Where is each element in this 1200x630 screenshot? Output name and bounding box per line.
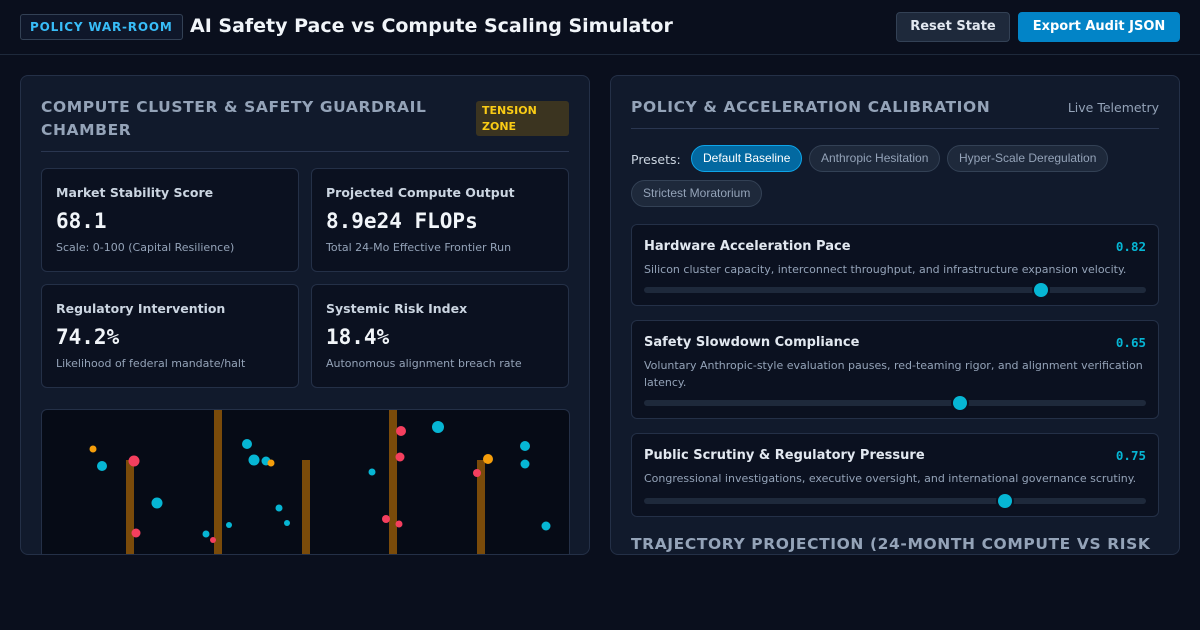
preset-default-baseline[interactable]: Default Baseline	[691, 145, 803, 172]
slider-value: 0.65	[1115, 335, 1146, 350]
risk-particle	[395, 452, 405, 462]
amber-particle	[89, 445, 97, 453]
regulatory-intervention-card: Regulatory Intervention 74.2% Likelihood…	[41, 284, 299, 388]
chamber-panel-title: COMPUTE CLUSTER & SAFETY GUARDRAIL CHAMB…	[41, 98, 427, 139]
risk-particle	[382, 515, 390, 523]
compute-particle	[432, 421, 444, 433]
compute-particle	[226, 522, 232, 528]
risk-particle	[396, 426, 406, 436]
public-scrutiny-card: Public Scrutiny & Regulatory Pressure 0.…	[631, 433, 1159, 517]
hardware-acceleration-slider[interactable]	[644, 283, 1146, 297]
particle-chamber-canvas[interactable]	[41, 409, 570, 554]
particle-chamber-svg	[89, 410, 551, 554]
slider-value: 0.75	[1115, 448, 1146, 463]
metric-subtitle: Total 24-Mo Effective Frontier Run	[326, 241, 512, 254]
war-room-badge: POLICY WAR-ROOM	[20, 14, 183, 40]
compute-particle	[368, 468, 376, 476]
compute-particle	[97, 461, 107, 471]
metric-subtitle: Autonomous alignment breach rate	[326, 357, 522, 370]
metric-label: Systemic Risk Index	[326, 301, 468, 316]
compute-particle	[275, 504, 283, 512]
safety-slowdown-card: Safety Slowdown Compliance 0.65 Voluntar…	[631, 320, 1159, 419]
compute-particle	[248, 454, 260, 466]
guardrail-pillar	[214, 410, 222, 554]
compute-particle	[541, 521, 551, 531]
guardrail-pillar	[389, 410, 397, 554]
slider-description: Silicon cluster capacity, interconnect t…	[644, 263, 1127, 276]
export-audit-json-button[interactable]: Export Audit JSON	[1018, 12, 1180, 42]
slider-description: Congressional investigations, executive …	[644, 472, 1137, 485]
preset-anthropic-hesitation[interactable]: Anthropic Hesitation	[809, 145, 941, 172]
compute-particle	[284, 520, 290, 526]
compute-particle	[242, 439, 252, 449]
metric-label: Projected Compute Output	[326, 185, 515, 200]
compute-particle	[520, 459, 530, 469]
slider-thumb[interactable]	[998, 494, 1013, 508]
safety-slowdown-slider[interactable]	[644, 396, 1146, 410]
risk-particle	[131, 528, 141, 538]
panel-divider	[631, 128, 1159, 129]
metric-subtitle: Scale: 0-100 (Capital Resilience)	[56, 241, 235, 254]
presets-label: Presets:	[631, 152, 681, 167]
metric-value: 8.9e24 FLOPs	[326, 209, 478, 233]
preset-strictest-moratorium[interactable]: Strictest Moratorium	[631, 180, 763, 207]
risk-particle	[128, 455, 140, 467]
risk-particle	[473, 469, 481, 477]
risk-particle	[210, 537, 216, 543]
compute-particle	[202, 530, 210, 538]
compute-particle	[520, 441, 530, 451]
metric-value: 18.4%	[326, 325, 390, 349]
reset-state-button[interactable]: Reset State	[896, 12, 1010, 42]
trajectory-projection-title: TRAJECTORY PROJECTION (24-MONTH COMPUTE …	[631, 535, 1151, 553]
preset-hyper-scale-deregulation[interactable]: Hyper-Scale Deregulation	[947, 145, 1109, 172]
slider-label: Public Scrutiny & Regulatory Pressure	[644, 448, 925, 463]
compute-output-card: Projected Compute Output 8.9e24 FLOPs To…	[311, 168, 569, 272]
metric-value: 74.2%	[56, 325, 120, 349]
hardware-acceleration-card: Hardware Acceleration Pace 0.82 Silicon …	[631, 224, 1159, 306]
amber-particle	[483, 454, 493, 464]
top-bar: POLICY WAR-ROOM AI Safety Pace vs Comput…	[0, 0, 1200, 55]
guardrail-pillar	[126, 460, 134, 554]
public-scrutiny-slider[interactable]	[644, 494, 1146, 508]
amber-particle	[267, 459, 275, 467]
compute-particle	[151, 497, 163, 509]
slider-description: Voluntary Anthropic-style evaluation pau…	[644, 359, 1143, 389]
metric-value: 68.1	[56, 209, 107, 233]
systemic-risk-card: Systemic Risk Index 18.4% Autonomous ali…	[311, 284, 569, 388]
risk-particle	[395, 520, 403, 528]
market-stability-card: Market Stability Score 68.1 Scale: 0-100…	[41, 168, 299, 272]
slider-value: 0.82	[1115, 239, 1146, 254]
slider-thumb[interactable]	[953, 396, 968, 410]
app-title: AI Safety Pace vs Compute Scaling Simula…	[190, 15, 673, 37]
live-telemetry-label: Live Telemetry	[1067, 100, 1159, 115]
policy-calibration-panel: POLICY & ACCELERATION CALIBRATION Live T…	[610, 75, 1180, 555]
metric-label: Market Stability Score	[56, 185, 214, 200]
calibration-panel-title: POLICY & ACCELERATION CALIBRATION	[631, 98, 991, 116]
guardrail-pillar	[302, 460, 310, 554]
tension-zone-badge: TENSION ZONE	[476, 101, 569, 136]
slider-label: Hardware Acceleration Pace	[644, 239, 851, 254]
slider-thumb[interactable]	[1033, 283, 1048, 297]
metric-subtitle: Likelihood of federal mandate/halt	[56, 357, 246, 370]
panel-divider	[41, 151, 569, 152]
metric-label: Regulatory Intervention	[56, 301, 226, 316]
guardrail-chamber-panel: COMPUTE CLUSTER & SAFETY GUARDRAIL CHAMB…	[20, 75, 590, 555]
slider-label: Safety Slowdown Compliance	[644, 335, 860, 350]
